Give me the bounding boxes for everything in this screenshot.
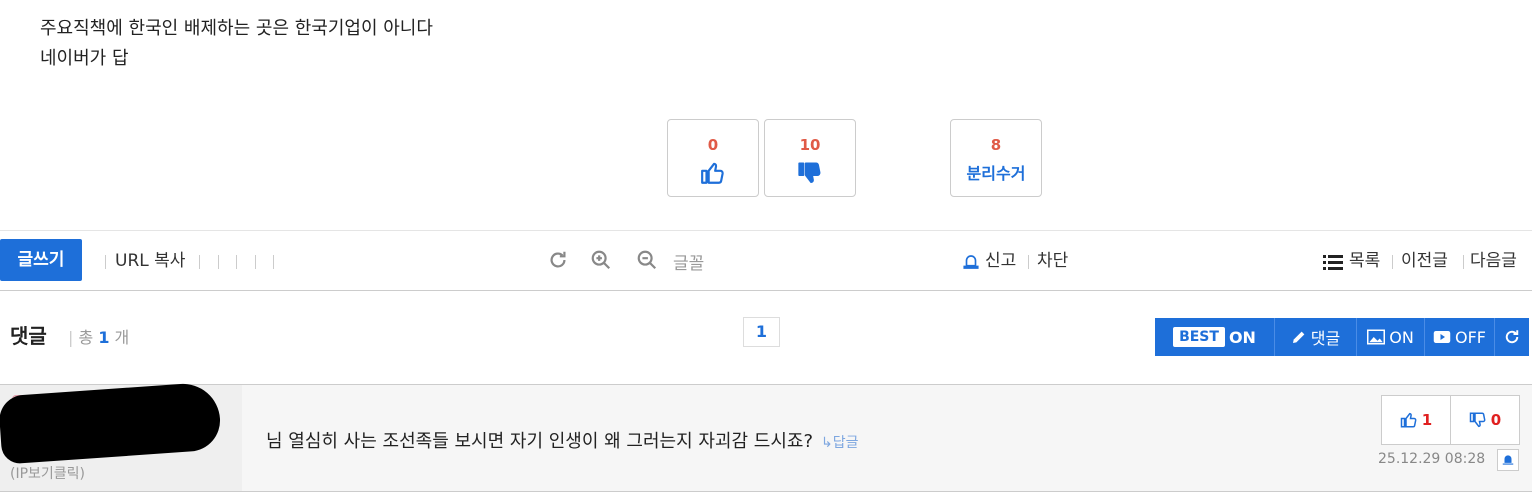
refresh-comments-button[interactable] [1495,318,1529,356]
best-toggle[interactable]: BEST ON [1155,318,1275,356]
upvote-count: 0 [707,136,719,154]
page-1-button[interactable]: 1 [743,317,780,347]
comments-title: 댓글 [10,324,47,348]
comment-downvote-button[interactable]: 0 [1450,395,1520,445]
list-button[interactable]: 목록 [1349,249,1380,273]
post-content: 주요직책에 한국인 배제하는 곳은 한국기업이 아니다 네이버가 답 [40,14,433,74]
divider [199,255,200,269]
separate-label: 분리수거 [966,164,1026,183]
image-state: ON [1389,327,1414,347]
reply-button[interactable]: ↳답글 [821,435,859,451]
best-badge: BEST [1173,327,1225,347]
separate-count: 8 [990,136,1002,154]
zoom-in-icon[interactable] [590,249,612,271]
image-toggle[interactable]: ON [1357,318,1425,356]
divider [218,255,219,269]
post-line-2: 네이버가 답 [40,48,129,69]
write-button[interactable]: 글쓰기 [0,239,82,281]
comment-author: (IP보기클릭) [0,381,242,491]
video-toggle[interactable]: OFF [1425,318,1495,356]
video-icon [1433,331,1451,343]
divider [1028,255,1029,269]
ip-view-link[interactable]: (IP보기클릭) [10,463,85,483]
refresh-icon[interactable] [547,249,569,271]
image-icon [1367,329,1386,345]
divider [236,255,237,269]
comment-date: 25.12.29 08:28 [1378,451,1486,467]
zoom-out-icon[interactable] [636,249,658,271]
comment-report-button[interactable] [1497,449,1519,471]
write-comment-label: 댓글 [1310,329,1341,348]
upvote-button[interactable]: 0 [667,119,759,197]
video-state: OFF [1455,327,1486,347]
block-button[interactable]: 차단 [1037,249,1068,273]
refresh-icon [1505,330,1519,344]
best-state: ON [1228,327,1256,347]
list-icon [1323,255,1343,270]
next-post-button[interactable]: 다음글 [1470,249,1517,273]
comments-count: | 총 1 개 [68,328,130,347]
thumbs-up-icon [701,162,724,184]
divider [1463,255,1464,269]
divider [255,255,256,269]
post-toolbar: 글쓰기 URL 복사 글꼴 신고 차단 목록 이전글 다음글 [0,230,1532,291]
redaction-mark [0,381,223,465]
divider [1392,255,1393,269]
comment-upvote-count: 1 [1421,411,1433,429]
thumbs-down-icon [1469,412,1486,428]
divider [105,255,106,269]
bell-icon [963,255,979,269]
comment-upvote-button[interactable]: 1 [1381,395,1451,445]
write-comment-button[interactable]: 댓글 [1275,318,1357,356]
separate-button[interactable]: 8 분리수거 [950,119,1042,197]
report-button[interactable]: 신고 [985,249,1016,273]
comments-header: 댓글 | 총 1 개 1 BEST ON 댓글 ON OFF [0,300,1532,380]
thumbs-down-icon [798,162,821,184]
thumbs-up-icon [1400,412,1417,428]
comment-tools: BEST ON 댓글 ON OFF [1155,318,1529,356]
pencil-icon [1292,331,1305,343]
bell-icon [1502,455,1514,465]
comment-text: 님 열심히 사는 조선족들 보시면 자기 인생이 왜 그러는지 자괴감 드시죠?… [266,431,859,452]
font-button[interactable]: 글꼴 [673,249,704,274]
downvote-button[interactable]: 10 [764,119,856,197]
comment-item: (IP보기클릭) 님 열심히 사는 조선족들 보시면 자기 인생이 왜 그러는지… [0,381,1532,492]
url-copy-button[interactable]: URL 복사 [115,249,185,273]
divider [273,255,274,269]
downvote-count: 10 [799,136,821,154]
post-line-1: 주요직책에 한국인 배제하는 곳은 한국기업이 아니다 [40,18,433,39]
prev-post-button[interactable]: 이전글 [1401,249,1448,273]
comment-downvote-count: 0 [1490,411,1502,429]
